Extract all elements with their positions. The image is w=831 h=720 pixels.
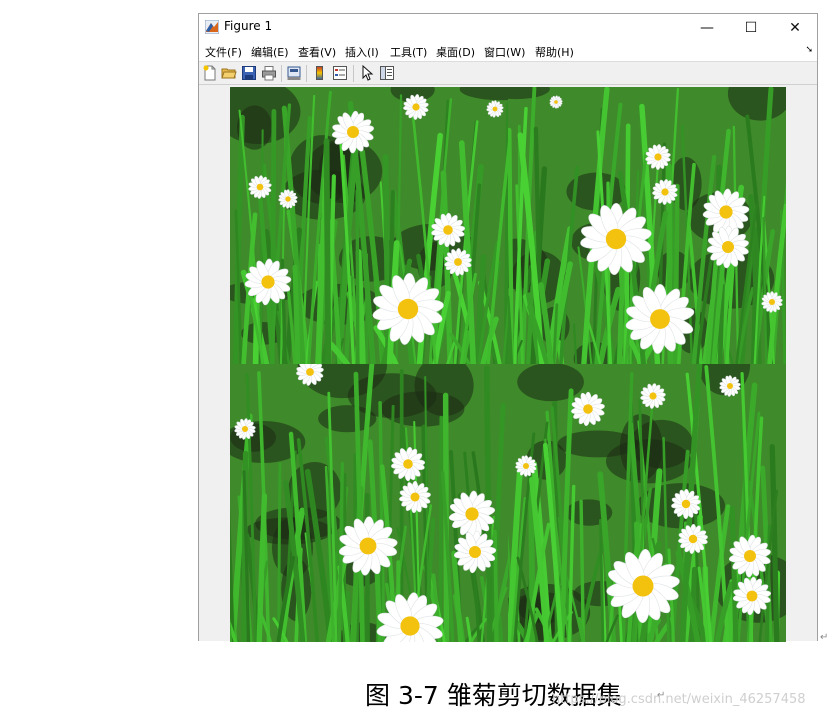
menu-insert[interactable]: 插入(I) xyxy=(345,44,379,60)
toolbar-separator xyxy=(306,65,307,82)
close-icon: ✕ xyxy=(789,19,801,36)
toolbar-separator xyxy=(353,65,354,82)
print-icon[interactable] xyxy=(261,65,277,81)
property-inspector-icon[interactable] xyxy=(379,65,395,81)
minimize-icon: — xyxy=(700,19,714,36)
figure-toolbar xyxy=(199,61,817,85)
tile-top-left xyxy=(230,87,508,365)
figure-canvas xyxy=(199,85,817,642)
figure-window: Figure 1 — ☐ ✕ 文件(F) 编辑(E) 查看(V) 插入(I) 工… xyxy=(198,13,818,642)
return-mark: ↵ xyxy=(820,632,829,643)
watermark: https://blog.csdn.net/weixin_46257458 xyxy=(552,692,806,707)
tile-bottom-left xyxy=(230,364,508,642)
image-axes xyxy=(230,87,786,642)
menu-view[interactable]: 查看(V) xyxy=(298,44,336,60)
matlab-icon xyxy=(205,20,219,34)
tile-top-right xyxy=(508,87,786,365)
print-preview-icon[interactable] xyxy=(286,65,302,81)
menu-edit[interactable]: 编辑(E) xyxy=(251,44,289,60)
dock-arrow-icon[interactable]: ➘ xyxy=(805,45,813,55)
legend-icon[interactable] xyxy=(332,65,348,81)
menu-bar: 文件(F) 编辑(E) 查看(V) 插入(I) 工具(T) 桌面(D) 窗口(W… xyxy=(199,41,817,61)
menu-tools[interactable]: 工具(T) xyxy=(390,44,427,60)
menu-window[interactable]: 窗口(W) xyxy=(484,44,525,60)
minimize-button[interactable]: — xyxy=(685,14,729,41)
open-file-icon[interactable] xyxy=(221,65,237,81)
menu-file[interactable]: 文件(F) xyxy=(205,44,242,60)
maximize-icon: ☐ xyxy=(744,19,758,36)
window-title: Figure 1 xyxy=(224,19,273,33)
tile-bottom-right xyxy=(508,364,786,642)
menu-desktop[interactable]: 桌面(D) xyxy=(436,44,475,60)
save-icon[interactable] xyxy=(241,65,257,81)
close-button[interactable]: ✕ xyxy=(773,14,817,41)
toolbar-separator xyxy=(281,65,282,82)
title-bar: Figure 1 — ☐ ✕ xyxy=(199,14,817,41)
menu-help[interactable]: 帮助(H) xyxy=(535,44,574,60)
colorbar-icon[interactable] xyxy=(312,65,328,81)
pointer-icon[interactable] xyxy=(359,65,375,81)
new-figure-icon[interactable] xyxy=(202,65,218,81)
maximize-button[interactable]: ☐ xyxy=(729,14,773,41)
